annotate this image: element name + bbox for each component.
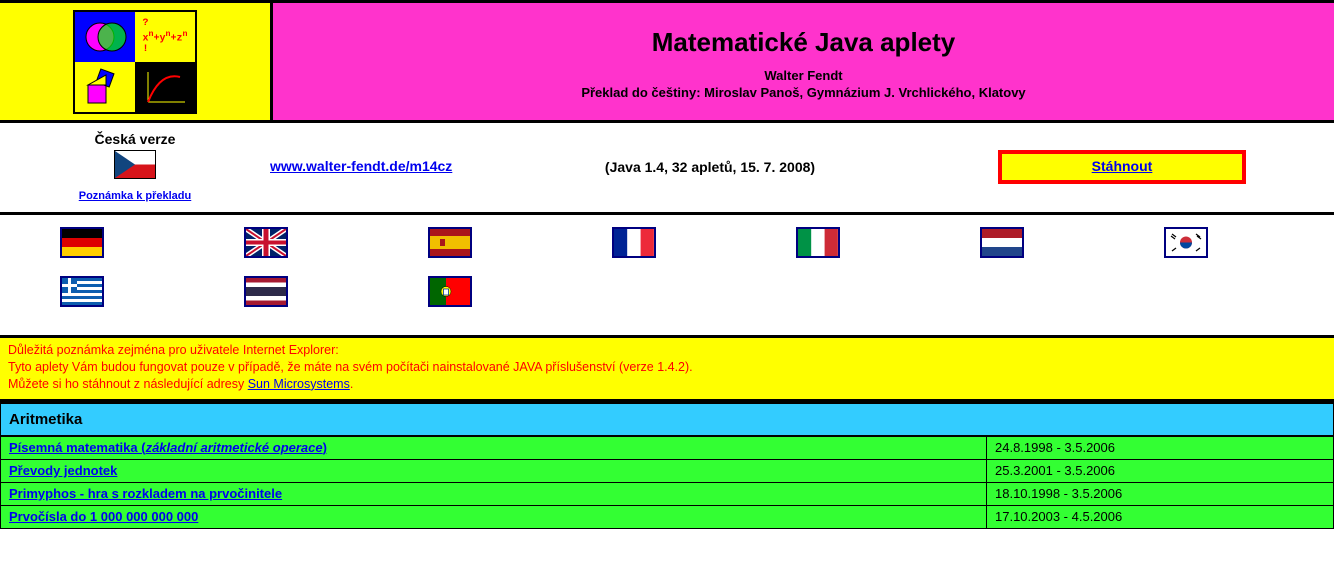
logo-cell: ?xn+yn+zn! xyxy=(0,3,270,120)
pythagoras-icon xyxy=(80,67,130,107)
flag-th-icon[interactable] xyxy=(244,276,288,307)
applet-link[interactable]: Převody jednotek xyxy=(9,463,117,478)
flag-it-icon[interactable] xyxy=(796,227,840,258)
main-url-link[interactable]: www.walter-fendt.de/m14cz xyxy=(270,158,452,174)
applet-link[interactable]: Prvočísla do 1 000 000 000 000 xyxy=(9,509,198,524)
flag-fr-icon[interactable] xyxy=(612,227,656,258)
venn-icon xyxy=(80,17,130,57)
java-notice: Důležitá poznámka zejména pro uživatele … xyxy=(0,338,1334,399)
curve-icon xyxy=(140,67,190,107)
sun-link[interactable]: Sun Microsystems xyxy=(248,377,350,391)
czech-flag-icon[interactable] xyxy=(114,150,156,179)
math-logo: ?xn+yn+zn! xyxy=(73,10,197,114)
applet-date: 25.3.2001 - 3.5.2006 xyxy=(987,459,1334,482)
flag-uk-icon[interactable] xyxy=(244,227,288,258)
table-row: Primyphos - hra s rozkladem na prvočinit… xyxy=(1,482,1334,505)
page-title: Matematické Java aplety xyxy=(273,27,1334,58)
applet-date: 17.10.2003 - 4.5.2006 xyxy=(987,505,1334,528)
flag-gr-icon[interactable] xyxy=(60,276,104,307)
java-info: (Java 1.4, 32 apletů, 15. 7. 2008) xyxy=(500,159,920,175)
table-row: Převody jednotek 25.3.2001 - 3.5.2006 xyxy=(1,459,1334,482)
flag-es-icon[interactable] xyxy=(428,227,472,258)
applet-date: 18.10.1998 - 3.5.2006 xyxy=(987,482,1334,505)
translator: Překlad do češtiny: Miroslav Panoš, Gymn… xyxy=(273,85,1334,100)
flag-pt-icon[interactable] xyxy=(428,276,472,307)
flag-de-icon[interactable] xyxy=(60,227,104,258)
flag-nl-icon[interactable] xyxy=(980,227,1024,258)
download-link[interactable]: Stáhnout xyxy=(1092,158,1153,174)
author: Walter Fendt xyxy=(273,68,1334,83)
flag-kr-icon[interactable] xyxy=(1164,227,1208,258)
applet-table: Písemná matematika (základní aritmetické… xyxy=(0,436,1334,529)
table-row: Prvočísla do 1 000 000 000 000 17.10.2003… xyxy=(1,505,1334,528)
version-label: Česká verze xyxy=(0,131,270,150)
translation-note-link[interactable]: Poznámka k překladu xyxy=(0,190,270,202)
applet-link[interactable]: Písemná matematika (základní aritmetické… xyxy=(9,440,327,455)
applet-link[interactable]: Primyphos - hra s rozkladem na prvočinit… xyxy=(9,486,282,501)
language-flags xyxy=(0,215,1334,335)
section-heading: Aritmetika xyxy=(0,403,1334,436)
table-row: Písemná matematika (základní aritmetické… xyxy=(1,436,1334,459)
applet-date: 24.8.1998 - 3.5.2006 xyxy=(987,436,1334,459)
download-button[interactable]: Stáhnout xyxy=(998,150,1246,184)
equation-icon: ?xn+yn+zn! xyxy=(135,12,195,62)
